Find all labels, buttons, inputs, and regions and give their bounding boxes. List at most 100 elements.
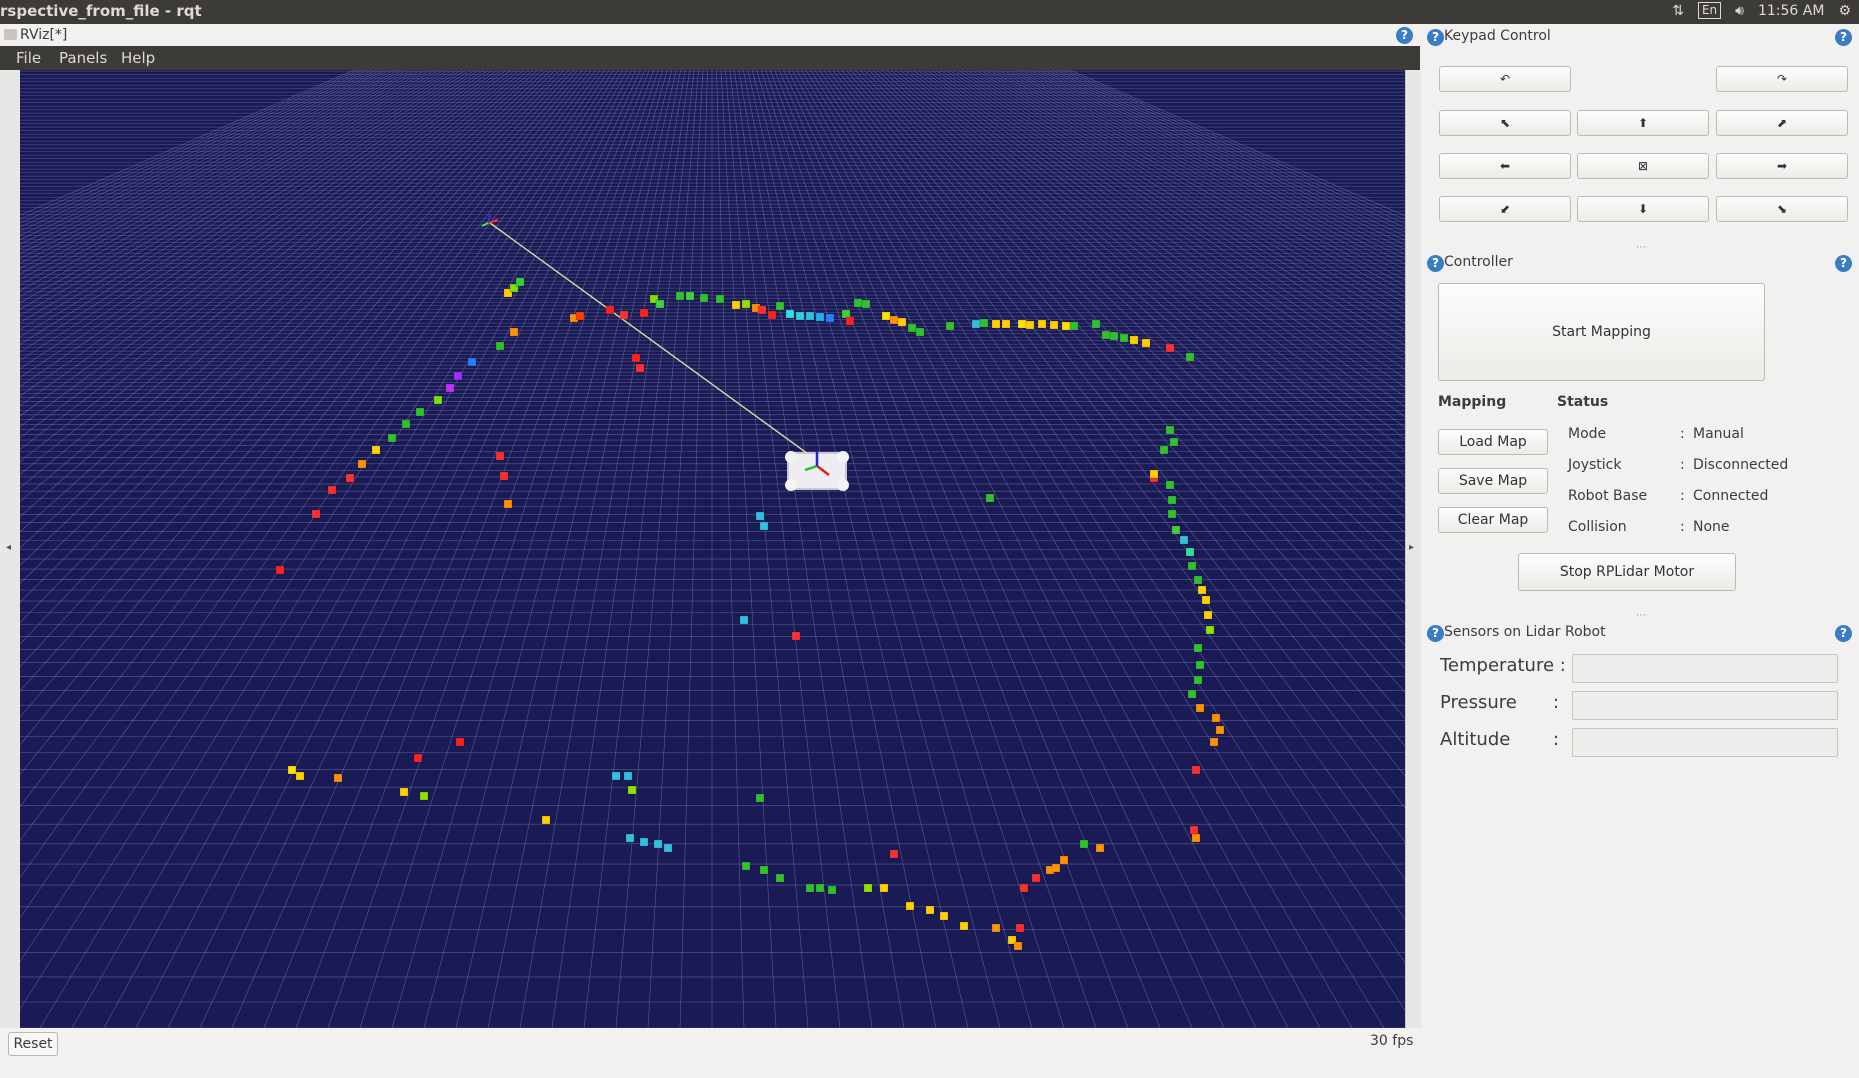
keyboard-language-indicator[interactable]: En	[1697, 2, 1722, 19]
lidar-point	[731, 300, 741, 310]
lidar-point	[627, 785, 637, 795]
volume-icon[interactable]: 🔊︎	[1735, 3, 1744, 19]
lidar-point	[1187, 689, 1197, 699]
keypad-panel-help-icon[interactable]: ?	[1835, 29, 1852, 46]
lidar-point	[1031, 873, 1041, 883]
move-up-left-button[interactable]: ⬉	[1439, 110, 1571, 136]
pressure-label: Pressure	[1440, 692, 1517, 713]
lidar-point	[295, 771, 305, 781]
lidar-point	[1215, 725, 1225, 735]
keypad-title: Keypad Control	[1444, 28, 1551, 44]
lidar-point	[467, 357, 477, 367]
menu-panels[interactable]: Panels	[59, 49, 107, 67]
lidar-point	[625, 833, 635, 843]
move-down-right-button[interactable]: ⬊	[1716, 196, 1848, 222]
lidar-point	[715, 294, 725, 304]
load-map-button[interactable]: Load Map	[1438, 429, 1548, 455]
lidar-point	[1187, 561, 1197, 571]
lidar-point	[1165, 425, 1175, 435]
rviz-3d-viewport[interactable]	[20, 70, 1405, 1028]
menu-help[interactable]: Help	[121, 49, 155, 67]
lidar-point	[767, 310, 777, 320]
network-icon[interactable]: ⇅	[1672, 3, 1684, 19]
sensors-panel-help-icon[interactable]: ?	[1835, 625, 1852, 642]
altitude-field	[1572, 728, 1838, 757]
move-up-right-button[interactable]: ⬈	[1716, 110, 1848, 136]
lidar-point	[755, 511, 765, 521]
lidar-point	[1119, 333, 1129, 343]
status-header: Status	[1557, 394, 1609, 410]
gear-icon[interactable]: ⚙	[1838, 3, 1851, 19]
status-value: None	[1693, 519, 1730, 535]
lidar-point	[991, 923, 1001, 933]
lidar-point	[1079, 839, 1089, 849]
altitude-colon: :	[1553, 729, 1560, 750]
status-label: Collision	[1568, 519, 1627, 535]
lidar-point	[635, 363, 645, 373]
lidar-point	[759, 521, 769, 531]
lidar-point	[1195, 660, 1205, 670]
lidar-point	[509, 327, 519, 337]
sensors-help-icon[interactable]: ?	[1427, 625, 1444, 642]
lidar-point	[311, 509, 321, 519]
lidar-point	[1129, 335, 1139, 345]
status-label: Mode	[1568, 426, 1607, 442]
lidar-point	[1195, 703, 1205, 713]
keypad-help-icon[interactable]: ?	[1427, 29, 1444, 46]
lidar-point	[433, 395, 443, 405]
lidar-point	[815, 312, 825, 322]
lidar-point	[515, 277, 525, 287]
lidar-point	[1209, 737, 1219, 747]
lidar-point	[861, 299, 871, 309]
lidar-point	[333, 773, 343, 783]
move-up-button[interactable]: ⬆	[1577, 110, 1709, 136]
start-mapping-button[interactable]: Start Mapping	[1438, 283, 1765, 381]
lidar-point	[1013, 941, 1023, 951]
lidar-point	[639, 837, 649, 847]
lidar-point	[371, 445, 381, 455]
menu-file[interactable]: File	[16, 49, 41, 67]
lidar-point	[1095, 843, 1105, 853]
point-cloud-view[interactable]	[20, 70, 1405, 1028]
controller-panel-help-icon[interactable]: ?	[1835, 255, 1852, 272]
save-map-button[interactable]: Save Map	[1438, 468, 1548, 494]
lidar-point	[287, 765, 297, 775]
lidar-point	[357, 459, 367, 469]
lidar-point	[1025, 320, 1035, 330]
stop-button[interactable]: ⊠	[1577, 153, 1709, 179]
clear-map-button[interactable]: Clear Map	[1438, 507, 1548, 533]
reset-button[interactable]: Reset	[8, 1032, 58, 1056]
panel-splitter-handle[interactable]: ⋯	[1636, 610, 1647, 621]
controller-help-icon[interactable]: ?	[1427, 255, 1444, 272]
keypad-control-panel: ? Keypad Control ? ↶ ↷ ⬉ ⬆ ⬈ ⬅ ⊠ ➡ ⬋ ⬇ ⬊…	[1420, 24, 1859, 254]
rotate-right-button[interactable]: ↷	[1716, 66, 1848, 92]
rviz-help-icon[interactable]: ?	[1396, 27, 1413, 44]
move-right-button[interactable]: ➡	[1716, 153, 1848, 179]
lidar-point	[907, 323, 917, 333]
lidar-point	[739, 615, 749, 625]
lidar-point	[1191, 833, 1201, 843]
lidar-point	[741, 861, 751, 871]
lidar-point	[1197, 585, 1207, 595]
lidar-point	[991, 319, 1001, 329]
stop-rplidar-motor-button[interactable]: Stop RPLidar Motor	[1518, 553, 1736, 591]
lidar-point	[631, 353, 641, 363]
lidar-point	[905, 901, 915, 911]
temperature-label: Temperature :	[1440, 655, 1566, 676]
move-down-left-button[interactable]: ⬋	[1439, 196, 1571, 222]
move-left-button[interactable]: ⬅	[1439, 153, 1571, 179]
lidar-point	[1019, 883, 1029, 893]
move-down-button[interactable]: ⬇	[1577, 196, 1709, 222]
robot-model[interactable]	[785, 451, 849, 491]
lidar-point	[945, 321, 955, 331]
status-separator: :	[1680, 488, 1685, 504]
lidar-point	[1185, 547, 1195, 557]
viewport-left-splitter[interactable]: ◂	[0, 70, 21, 1028]
lidar-point	[503, 499, 513, 509]
viewport-right-splitter[interactable]: ▸	[1405, 70, 1421, 1028]
lidar-point	[1165, 480, 1175, 490]
rviz-panel-title: RViz[*] ?	[0, 24, 1420, 46]
rotate-left-button[interactable]: ↶	[1439, 66, 1571, 92]
panel-splitter-handle[interactable]: ⋯	[1636, 242, 1647, 253]
clock[interactable]: 11:56 AM	[1758, 3, 1824, 19]
